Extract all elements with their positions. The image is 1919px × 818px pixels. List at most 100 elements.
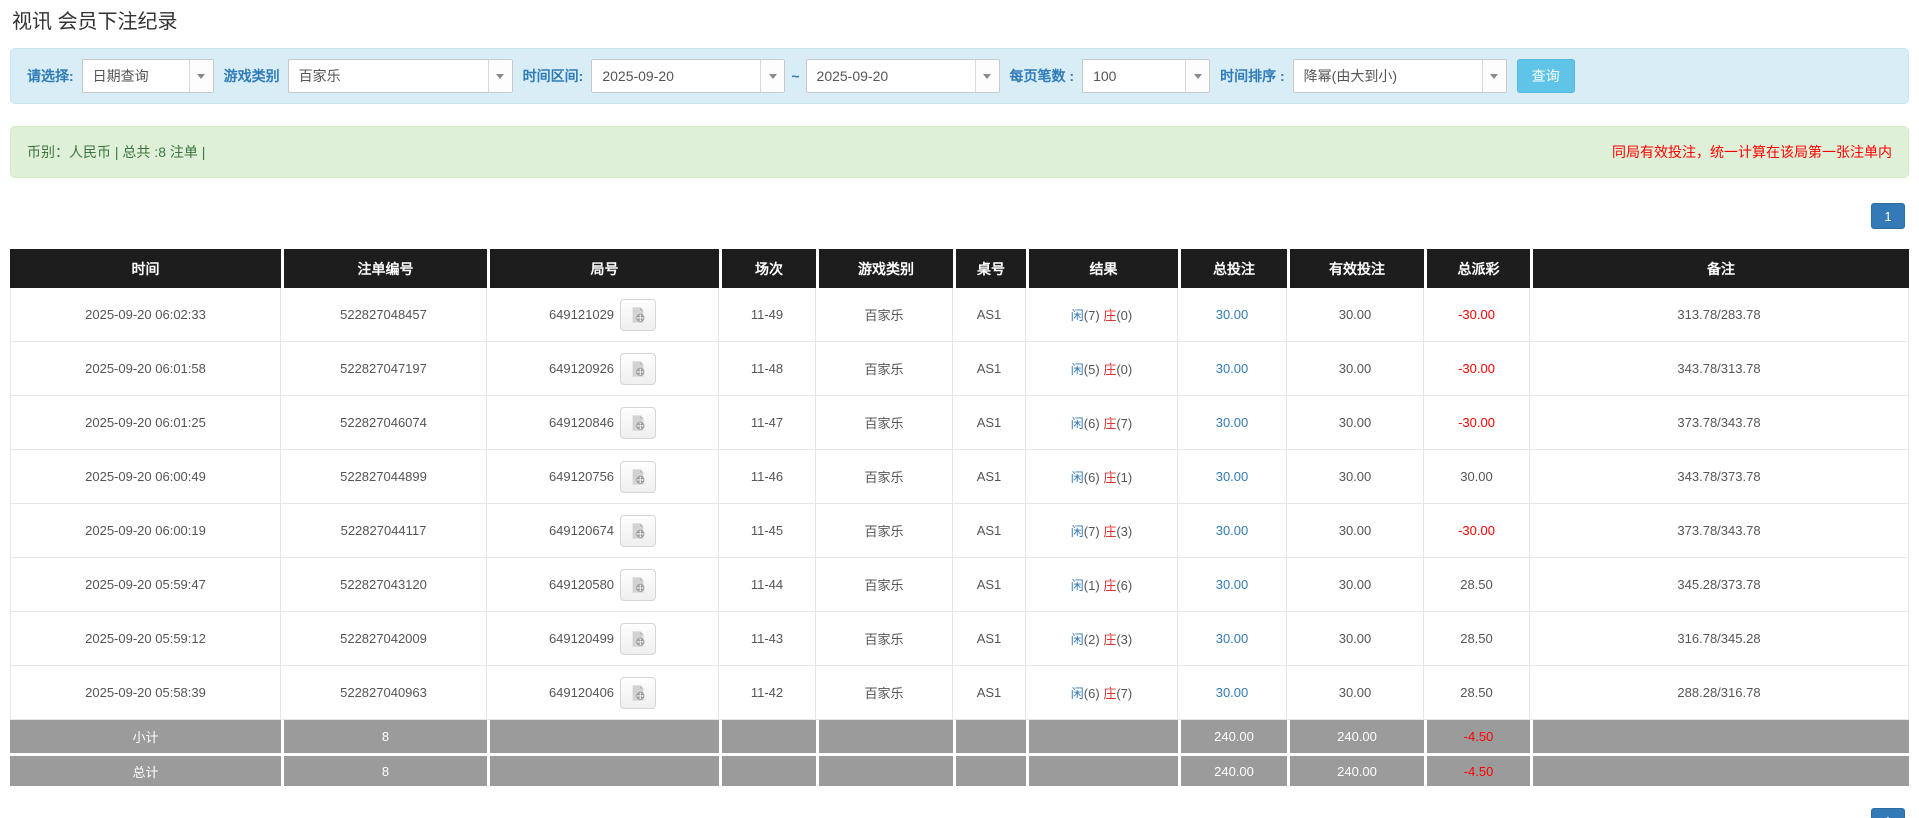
- filter-bar: 请选择: 日期查询 游戏类别 百家乐 时间区间: 2025-09-20 ~ 20…: [10, 48, 1909, 104]
- per-page-select[interactable]: 100: [1082, 59, 1211, 93]
- header-game-type: 游戏类别: [816, 249, 953, 288]
- query-type-value: 日期查询: [92, 68, 149, 84]
- payout-value: 28.50: [1460, 577, 1493, 592]
- cell-round-id: 649120756: [487, 450, 719, 504]
- cell-time: 2025-09-20 05:58:39: [10, 666, 281, 720]
- result-player-score: (7): [1083, 308, 1100, 323]
- video-replay-icon: [632, 684, 645, 701]
- summary-row: 总计 8 240.00 240.00 -4.50: [10, 753, 1909, 786]
- total-bet-link[interactable]: 30.00: [1216, 415, 1249, 430]
- summary-empty-cell: [1026, 720, 1178, 753]
- date-from-select[interactable]: 2025-09-20: [591, 59, 786, 93]
- cell-round-id: 649121029: [487, 288, 719, 342]
- search-button[interactable]: 查询: [1516, 59, 1575, 93]
- round-id-text: 649120926: [548, 361, 615, 376]
- cell-total-bet: 30.00: [1178, 666, 1287, 720]
- cell-time: 2025-09-20 06:01:58: [10, 342, 281, 396]
- cell-game-type: 百家乐: [816, 450, 953, 504]
- cell-game-type: 百家乐: [816, 342, 953, 396]
- cell-session: 11-47: [719, 396, 816, 450]
- video-replay-button[interactable]: [620, 514, 657, 547]
- result-banker-label: 庄: [1103, 470, 1117, 485]
- chevron-down-icon[interactable]: [188, 60, 213, 92]
- total-bet-link[interactable]: 30.00: [1216, 523, 1249, 538]
- chevron-down-icon[interactable]: [974, 60, 999, 92]
- summary-empty-cell: [1026, 753, 1178, 786]
- video-replay-button[interactable]: [620, 622, 657, 655]
- date-to-select[interactable]: 2025-09-20: [805, 59, 1000, 93]
- result-player-label: 闲: [1070, 686, 1084, 701]
- video-replay-icon: [632, 630, 645, 647]
- page-1-button[interactable]: 1: [1871, 203, 1905, 229]
- page-title: 视讯 会员下注纪录: [12, 11, 178, 33]
- cell-bet-id: 522827047197: [281, 342, 487, 396]
- cell-result: 闲(1) 庄(6): [1026, 558, 1178, 612]
- cell-table-no: AS1: [953, 342, 1026, 396]
- query-type-select[interactable]: 日期查询: [81, 59, 214, 93]
- chevron-down-icon[interactable]: [1185, 60, 1210, 92]
- payout-value: 30.00: [1460, 469, 1493, 484]
- pagination-bottom: 1: [0, 808, 1905, 818]
- result-banker-label: 庄: [1103, 524, 1117, 539]
- cell-result: 闲(6) 庄(1): [1026, 450, 1178, 504]
- cell-remark: 345.28/373.78: [1530, 558, 1909, 612]
- sort-order-select[interactable]: 降幂(由大到小): [1292, 59, 1507, 93]
- result-banker-score: (0): [1116, 362, 1133, 377]
- cell-bet-id: 522827040963: [281, 666, 487, 720]
- records-table: 时间 注单编号 局号 场次 游戏类别 桌号 结果 总投注 有效投注 总派彩 备注…: [10, 249, 1909, 786]
- header-table-no: 桌号: [953, 249, 1026, 288]
- round-id-text: 649120756: [548, 469, 615, 484]
- result-player-label: 闲: [1070, 578, 1084, 593]
- total-bet-link[interactable]: 30.00: [1216, 631, 1249, 646]
- cell-total-bet: 30.00: [1178, 288, 1287, 342]
- cell-total-bet: 30.00: [1178, 558, 1287, 612]
- total-bet-link[interactable]: 30.00: [1216, 469, 1249, 484]
- result-player-label: 闲: [1070, 416, 1084, 431]
- video-replay-icon: [632, 468, 645, 485]
- cell-result: 闲(6) 庄(7): [1026, 396, 1178, 450]
- total-bet-link[interactable]: 30.00: [1216, 361, 1249, 376]
- cell-payout: 28.50: [1424, 666, 1530, 720]
- cell-round-id: 649120580: [487, 558, 719, 612]
- page-1-button[interactable]: 1: [1871, 808, 1905, 818]
- cell-payout: -30.00: [1424, 288, 1530, 342]
- total-bet-link[interactable]: 30.00: [1216, 685, 1249, 700]
- summary-row: 小计 8 240.00 240.00 -4.50: [10, 720, 1909, 753]
- summary-valid-bet: 240.00: [1287, 720, 1424, 753]
- cell-round-id: 649120499: [487, 612, 719, 666]
- video-replay-button[interactable]: [620, 406, 657, 439]
- result-banker-score: (7): [1116, 416, 1133, 431]
- cell-total-bet: 30.00: [1178, 450, 1287, 504]
- chevron-down-icon[interactable]: [487, 60, 512, 92]
- payout-value: 28.50: [1460, 685, 1493, 700]
- header-round-id: 局号: [487, 249, 719, 288]
- video-replay-button[interactable]: [620, 352, 657, 385]
- cell-remark: 373.78/343.78: [1530, 504, 1909, 558]
- video-replay-button[interactable]: [620, 676, 657, 709]
- header-valid-bet: 有效投注: [1287, 249, 1424, 288]
- cell-time: 2025-09-20 06:00:49: [10, 450, 281, 504]
- video-replay-button[interactable]: [620, 298, 657, 331]
- game-type-select[interactable]: 百家乐: [287, 59, 513, 93]
- header-payout: 总派彩: [1424, 249, 1530, 288]
- total-bet-link[interactable]: 30.00: [1216, 577, 1249, 592]
- result-player-score: (6): [1083, 686, 1100, 701]
- video-replay-button[interactable]: [620, 568, 657, 601]
- total-bet-link[interactable]: 30.00: [1216, 307, 1249, 322]
- cell-time: 2025-09-20 05:59:47: [10, 558, 281, 612]
- round-id-text: 649120406: [548, 685, 615, 700]
- result-banker-score: (3): [1116, 632, 1133, 647]
- sort-order-label: 时间排序 :: [1220, 68, 1285, 84]
- per-page-value: 100: [1093, 68, 1117, 84]
- date-to-value: 2025-09-20: [816, 68, 889, 84]
- chevron-down-icon[interactable]: [760, 60, 785, 92]
- summary-empty-cell: [487, 753, 719, 786]
- result-player-label: 闲: [1070, 362, 1084, 377]
- game-type-value: 百家乐: [298, 68, 341, 84]
- payout-value: 28.50: [1460, 631, 1493, 646]
- chevron-down-icon[interactable]: [1481, 60, 1506, 92]
- cell-valid-bet: 30.00: [1287, 288, 1424, 342]
- result-banker-label: 庄: [1103, 362, 1117, 377]
- video-replay-button[interactable]: [620, 460, 657, 493]
- table-row: 2025-09-20 06:01:58 522827047197 6491209…: [10, 342, 1909, 396]
